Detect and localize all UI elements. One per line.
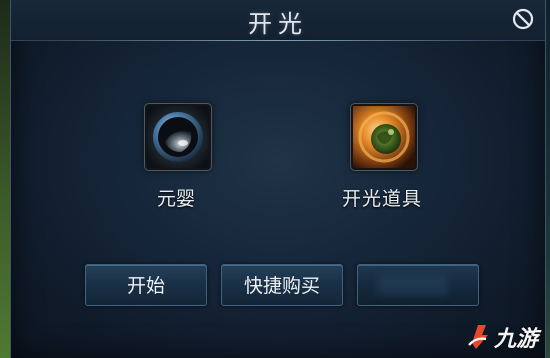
close-button[interactable] [511, 7, 535, 31]
title-bar[interactable]: 开光 [11, 0, 545, 41]
kaiguang-item-slot[interactable] [351, 104, 417, 170]
9game-logo-icon [468, 325, 488, 349]
watermark: 九游 [466, 322, 538, 352]
kaiguang-item-label: 开光道具 [341, 188, 422, 210]
yuanying-slot[interactable] [145, 104, 211, 170]
start-button[interactable]: 开始 [85, 264, 207, 306]
kaiguang-window: 开光 元婴 开光道具 开始 快捷购买 [10, 0, 546, 358]
yuanying-label: 元婴 [156, 188, 195, 210]
window-title: 开光 [248, 10, 308, 38]
yuanying-orb-icon [147, 106, 209, 168]
watermark-text: 九游 [493, 327, 538, 352]
third-button[interactable] [357, 264, 479, 306]
kaiguang-item-icon [353, 106, 415, 168]
close-icon [512, 8, 534, 30]
quick-buy-button[interactable]: 快捷购买 [221, 264, 343, 306]
game-screen: 开光 元婴 开光道具 开始 快捷购买 九游 [0, 0, 550, 358]
